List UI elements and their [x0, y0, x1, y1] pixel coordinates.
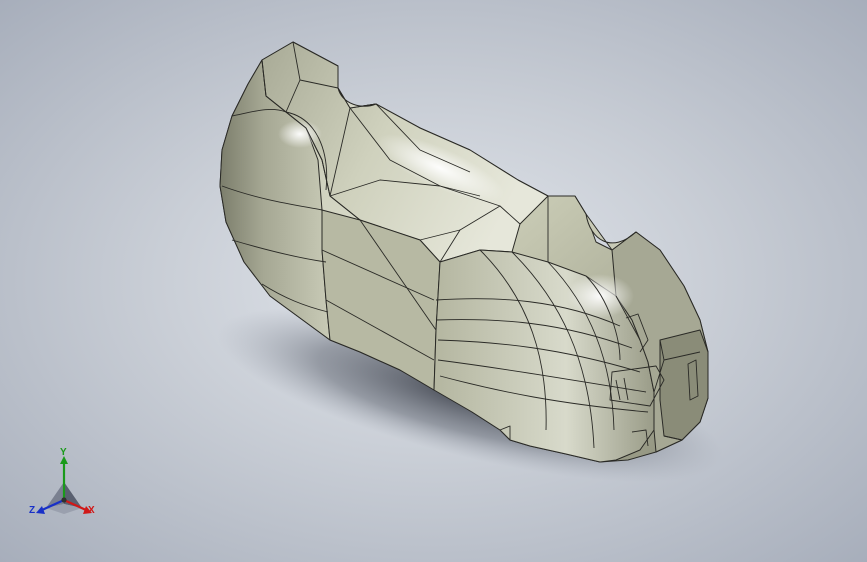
triad-origin — [61, 497, 67, 503]
z-axis-label: Z — [29, 505, 36, 516]
orientation-triad[interactable]: Y X Z — [24, 448, 104, 524]
model-view[interactable] — [0, 0, 867, 562]
highlight-head — [566, 274, 634, 318]
cad-viewport[interactable]: Y X Z — [0, 0, 867, 562]
x-axis-label: X — [88, 505, 95, 516]
y-axis-label: Y — [60, 447, 67, 458]
highlight-left — [278, 120, 322, 148]
